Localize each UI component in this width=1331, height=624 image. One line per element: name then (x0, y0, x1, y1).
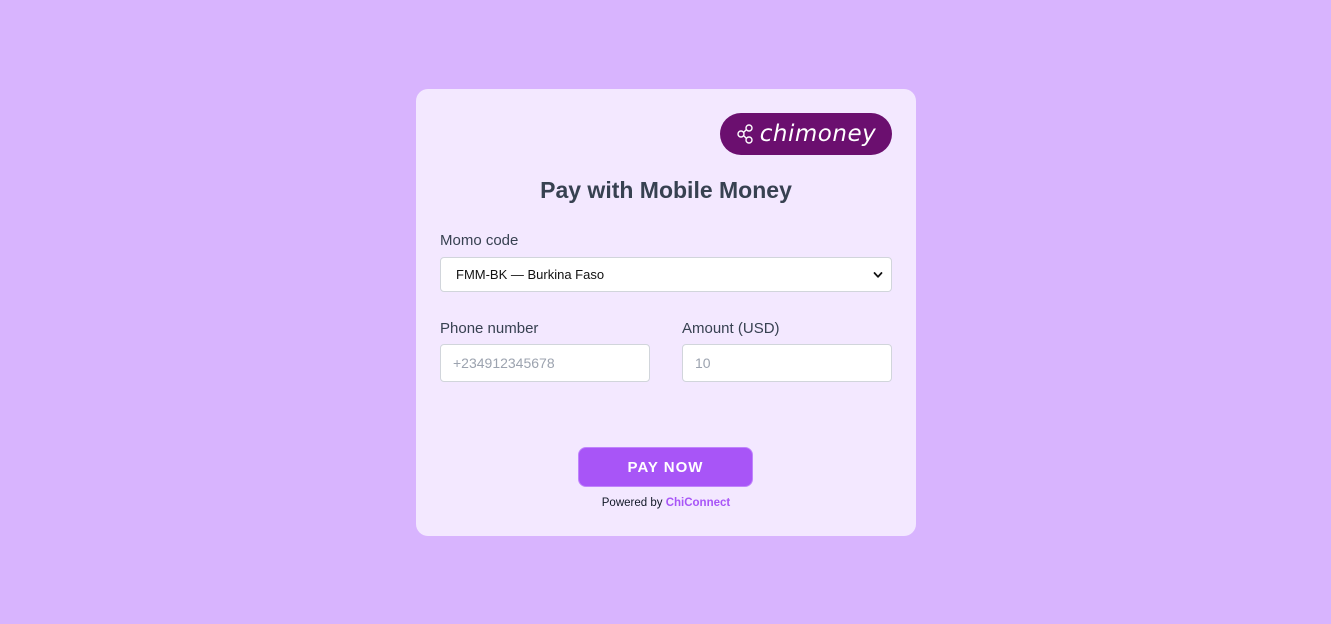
pay-now-button[interactable]: PAY NOW (578, 447, 753, 487)
amount-input[interactable] (682, 344, 892, 382)
chimoney-logo: chimoney (720, 113, 892, 155)
powered-by-text: Powered by (601, 497, 663, 509)
page-title: Pay with Mobile Money (540, 177, 792, 203)
momo-code-select[interactable]: FMM-BK — Burkina Faso (440, 257, 892, 292)
momo-code-selected-value: FMM-BK — Burkina Faso (456, 267, 605, 282)
amount-label: Amount (USD) (682, 320, 780, 337)
payment-card: chimoney Pay with Mobile Money Momo code… (416, 89, 916, 536)
phone-number-label: Phone number (440, 320, 539, 337)
phone-number-input[interactable] (440, 344, 650, 382)
logo-text: chimoney (759, 121, 877, 147)
powered-by-footer: Powered by ChiConnect (416, 497, 916, 509)
chiconnect-link[interactable]: ChiConnect (666, 497, 731, 509)
momo-code-label: Momo code (440, 232, 519, 249)
chimoney-logo-icon (736, 123, 758, 145)
chevron-down-icon (873, 270, 883, 280)
